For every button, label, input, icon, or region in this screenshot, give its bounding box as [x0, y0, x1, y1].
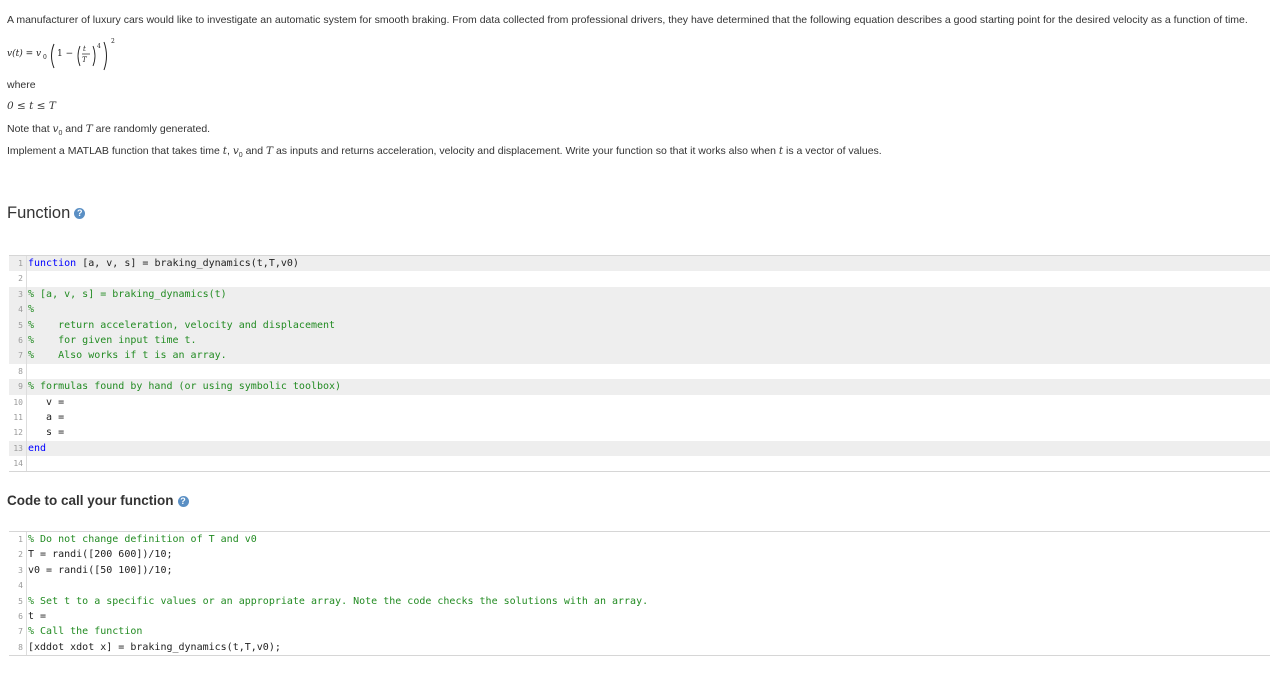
impl-and: and	[242, 145, 267, 157]
code-line[interactable]: 4	[9, 578, 1270, 594]
code-text[interactable]: % Call the function	[28, 624, 142, 639]
code-text[interactable]: function [a, v, s] = braking_dynamics(t,…	[28, 256, 299, 271]
code-text[interactable]: % Set t to a specific values or an appro…	[28, 594, 648, 609]
code-line[interactable]: 3% [a, v, s] = braking_dynamics(t)	[9, 286, 1270, 303]
line-number: 3	[9, 562, 27, 579]
code-line[interactable]: 5% return acceleration, velocity and dis…	[9, 317, 1270, 333]
equation-graphic: v(t) = v 0 1 − t T 4 2	[7, 38, 115, 71]
line-number: 7	[9, 624, 27, 640]
help-icon[interactable]: ?	[177, 495, 189, 507]
help-icon[interactable]: ?	[74, 208, 86, 220]
line-number: 10	[9, 394, 27, 410]
code-line[interactable]: 1 function [a, v, s] = braking_dynamics(t…	[9, 256, 1270, 272]
line-number: 5	[9, 317, 27, 333]
code-text[interactable]: T = randi([200 600])/10;	[28, 547, 173, 562]
eq-pow4: 4	[97, 43, 101, 50]
line-number: 14	[9, 456, 27, 472]
code-text[interactable]: t =	[28, 609, 46, 624]
code-text[interactable]: % Do not change definition of T and v0	[28, 532, 257, 547]
time-range: 0 ≤ t ≤ T	[7, 100, 56, 112]
line-number: 9	[9, 379, 27, 395]
eq-sub0: 0	[43, 54, 47, 61]
eq-pow2: 2	[111, 38, 115, 45]
line-number: 8	[9, 363, 27, 380]
note-and: and	[62, 123, 86, 135]
problem-intro: A manufacturer of luxury cars would like…	[7, 14, 1248, 26]
note-text: Note that v0 and T are randomly generate…	[7, 123, 210, 137]
line-number: 4	[9, 302, 27, 318]
line-number: 2	[9, 547, 27, 563]
svg-text:v(t) = v: v(t) = v	[7, 48, 41, 59]
code-text[interactable]: % Also works if t is an array.	[28, 348, 227, 363]
function-heading-text: Function	[7, 204, 71, 222]
code-text[interactable]: v0 = randi([50 100])/10;	[28, 563, 173, 578]
function-code-editor[interactable]: 1 function [a, v, s] = braking_dynamics(t…	[9, 255, 1270, 473]
function-heading: Function?	[7, 204, 86, 223]
code-line[interactable]: 13 end	[9, 440, 1270, 457]
line-number: 3	[9, 286, 27, 303]
code-line[interactable]: 1% Do not change definition of T and v0	[9, 532, 1270, 548]
call-code-editor[interactable]: 1% Do not change definition of T and v0 2…	[9, 531, 1270, 657]
code-line[interactable]: 8	[9, 363, 1270, 380]
code-line[interactable]: 4%	[9, 302, 1270, 318]
code-text[interactable]: s =	[28, 425, 64, 440]
implement-text: Implement a MATLAB function that takes t…	[7, 145, 882, 159]
line-number: 12	[9, 425, 27, 441]
impl-mid: as inputs and returns acceleration, velo…	[273, 145, 779, 157]
code-text[interactable]: [xddot xdot x] = braking_dynamics(t,T,v0…	[28, 640, 281, 655]
line-number: 11	[9, 409, 27, 426]
code-line[interactable]: 2T = randi([200 600])/10;	[9, 547, 1270, 563]
call-heading: Code to call your function?	[7, 493, 189, 508]
impl-pre: Implement a MATLAB function that takes t…	[7, 145, 223, 157]
code-text[interactable]: % for given input time t.	[28, 333, 197, 348]
code-line[interactable]: 6t =	[9, 608, 1270, 625]
code-line[interactable]: 11 a =	[9, 409, 1270, 426]
code-text[interactable]: v =	[28, 395, 64, 410]
velocity-equation: v(t) = v 0 1 − t T 4 2	[7, 36, 167, 72]
note-pre: Note that	[7, 123, 53, 135]
eq-one-minus: 1 −	[57, 49, 73, 59]
line-number: 13	[9, 440, 27, 457]
code-line[interactable]: 10 v =	[9, 394, 1270, 410]
code-line[interactable]: 7% Call the function	[9, 624, 1270, 640]
code-text[interactable]: %	[28, 302, 34, 317]
code-line[interactable]: 2	[9, 271, 1270, 287]
code-line[interactable]: 3 v0 = randi([50 100])/10;	[9, 562, 1270, 579]
line-number: 8	[9, 639, 27, 656]
code-text[interactable]: % formulas found by hand (or using symbo…	[28, 379, 341, 394]
code-text[interactable]: a =	[28, 410, 64, 425]
code-text[interactable]: % return acceleration, velocity and disp…	[28, 318, 335, 333]
eq-T: T	[82, 56, 88, 64]
code-line[interactable]: 12 s =	[9, 425, 1270, 441]
eq-t: t	[83, 45, 86, 53]
line-number: 1	[9, 532, 27, 548]
code-line[interactable]: 7% Also works if t is an array.	[9, 348, 1270, 364]
line-number: 6	[9, 608, 27, 625]
impl-post: is a vector of values.	[783, 145, 882, 157]
line-number: 1	[9, 256, 27, 272]
code-line[interactable]: 5% Set t to a specific values or an appr…	[9, 593, 1270, 609]
call-heading-text: Code to call your function	[7, 493, 174, 508]
line-number: 2	[9, 271, 27, 287]
line-number: 7	[9, 348, 27, 364]
note-T: T	[85, 123, 93, 135]
code-line[interactable]: 14	[9, 456, 1270, 472]
code-line[interactable]: 8 [xddot xdot x] = braking_dynamics(t,T,v…	[9, 639, 1270, 656]
line-number: 5	[9, 593, 27, 609]
note-post: are randomly generated.	[92, 123, 211, 135]
eq-lhs: v(t) = v	[7, 48, 41, 59]
line-number: 6	[9, 332, 27, 349]
impl-T: T	[266, 145, 274, 157]
line-number: 4	[9, 578, 27, 594]
code-text[interactable]: % [a, v, s] = braking_dynamics(t)	[28, 287, 227, 302]
where-label: where	[7, 79, 36, 91]
code-text[interactable]: end	[28, 441, 46, 456]
code-line[interactable]: 6% for given input time t.	[9, 332, 1270, 349]
code-line[interactable]: 9% formulas found by hand (or using symb…	[9, 379, 1270, 395]
